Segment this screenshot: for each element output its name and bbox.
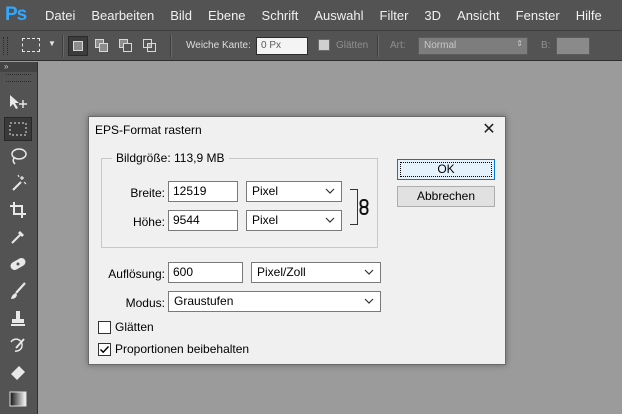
chain-link-icon (359, 199, 369, 215)
constrain-proportions-label: Proportionen beibehalten (115, 342, 250, 356)
photoshop-logo: Ps (5, 4, 27, 25)
resolution-input[interactable]: 600 (168, 262, 243, 283)
rectangular-marquee-icon[interactable] (4, 117, 32, 141)
crop-icon[interactable] (4, 198, 32, 222)
menu-datei[interactable]: Datei (45, 8, 75, 23)
antialias-checkbox[interactable] (318, 39, 330, 51)
width-label: B: (541, 40, 551, 51)
constrain-bracket (350, 189, 358, 225)
constrain-proportions-checkbox[interactable] (98, 343, 111, 356)
image-size-label: Bildgröße: 113,9 MB (112, 151, 229, 165)
subtract-from-selection-icon[interactable] (116, 36, 136, 56)
style-select[interactable]: Normal ⇕ (418, 37, 528, 55)
height-unit-value: Pixel (252, 213, 279, 227)
tools-grip[interactable] (6, 74, 31, 82)
tool-preset-dropdown-icon[interactable]: ▼ (48, 39, 56, 48)
eps-rasterize-dialog: EPS-Format rastern ✕ Bildgröße: 113,9 MB… (88, 116, 506, 365)
style-select-value: Normal (424, 40, 457, 51)
options-separator (170, 35, 172, 57)
spot-healing-brush-icon[interactable] (4, 252, 32, 276)
tool-preset-icon[interactable] (22, 38, 40, 52)
options-bar-grip[interactable] (3, 37, 8, 55)
feather-label: Weiche Kante: (186, 40, 251, 51)
resolution-label: Auflösung: (108, 267, 165, 281)
menu-bar: Ps Datei Bearbeiten Bild Ebene Schrift A… (0, 0, 622, 30)
tools-collapse-icon[interactable]: » (0, 62, 37, 72)
close-icon[interactable]: ✕ (479, 120, 499, 140)
updown-arrows-icon: ⇕ (516, 39, 523, 48)
clone-stamp-icon[interactable] (4, 306, 32, 330)
menu-fenster[interactable]: Fenster (516, 8, 560, 23)
checkmark-icon (99, 345, 110, 354)
gradient-icon[interactable] (4, 387, 32, 411)
chevron-down-icon (325, 217, 335, 223)
menu-schrift[interactable]: Schrift (262, 8, 299, 23)
history-brush-icon[interactable] (4, 333, 32, 357)
menu-bearbeiten[interactable]: Bearbeiten (91, 8, 154, 23)
new-selection-icon[interactable] (68, 36, 88, 56)
height-label: Höhe: (132, 215, 165, 229)
options-separator (377, 35, 379, 57)
chevron-down-icon (364, 269, 374, 275)
chevron-down-icon (364, 298, 374, 304)
options-bar: ▼ Weiche Kante: 0 Px Glätten Art: Normal… (0, 30, 622, 61)
chevron-down-icon (325, 188, 335, 194)
move-tool-icon[interactable] (4, 90, 32, 114)
width-unit-value: Pixel (252, 184, 279, 198)
antialias-label: Glätten (115, 320, 154, 334)
menu-filter[interactable]: Filter (380, 8, 409, 23)
eraser-icon[interactable] (4, 360, 32, 384)
lasso-icon[interactable] (4, 144, 32, 168)
antialias-label: Glätten (336, 40, 369, 51)
mode-value: Graustufen (174, 294, 234, 308)
height-input[interactable]: 9544 (168, 210, 238, 231)
tools-panel: » (0, 62, 38, 414)
height-unit-select[interactable]: Pixel (246, 210, 342, 231)
width-label: Breite: (130, 186, 165, 200)
mode-select[interactable]: Graustufen (168, 291, 381, 312)
add-to-selection-icon[interactable] (92, 36, 112, 56)
width-input[interactable] (556, 37, 590, 55)
antialias-checkbox[interactable] (98, 321, 111, 334)
intersect-selection-icon[interactable] (140, 36, 160, 56)
dialog-title: EPS-Format rastern (95, 123, 202, 137)
brush-icon[interactable] (4, 279, 32, 303)
style-label: Art: (390, 40, 406, 51)
resolution-unit-select[interactable]: Pixel/Zoll (251, 262, 381, 283)
options-separator (62, 35, 64, 57)
eyedropper-icon[interactable] (4, 225, 32, 249)
menu-bild[interactable]: Bild (170, 8, 192, 23)
width-unit-select[interactable]: Pixel (246, 181, 342, 202)
menu-hilfe[interactable]: Hilfe (576, 8, 602, 23)
ok-button[interactable]: OK (397, 159, 495, 180)
magic-wand-icon[interactable] (4, 171, 32, 195)
cancel-button[interactable]: Abbrechen (397, 186, 495, 207)
resolution-unit-value: Pixel/Zoll (257, 265, 306, 279)
width-input[interactable]: 12519 (168, 181, 238, 202)
menu-ebene[interactable]: Ebene (208, 8, 246, 23)
menu-3d[interactable]: 3D (424, 8, 441, 23)
image-size-group (101, 158, 378, 248)
menu-auswahl[interactable]: Auswahl (314, 8, 363, 23)
mode-label: Modus: (125, 296, 165, 310)
feather-input[interactable]: 0 Px (256, 37, 308, 55)
menu-ansicht[interactable]: Ansicht (457, 8, 500, 23)
